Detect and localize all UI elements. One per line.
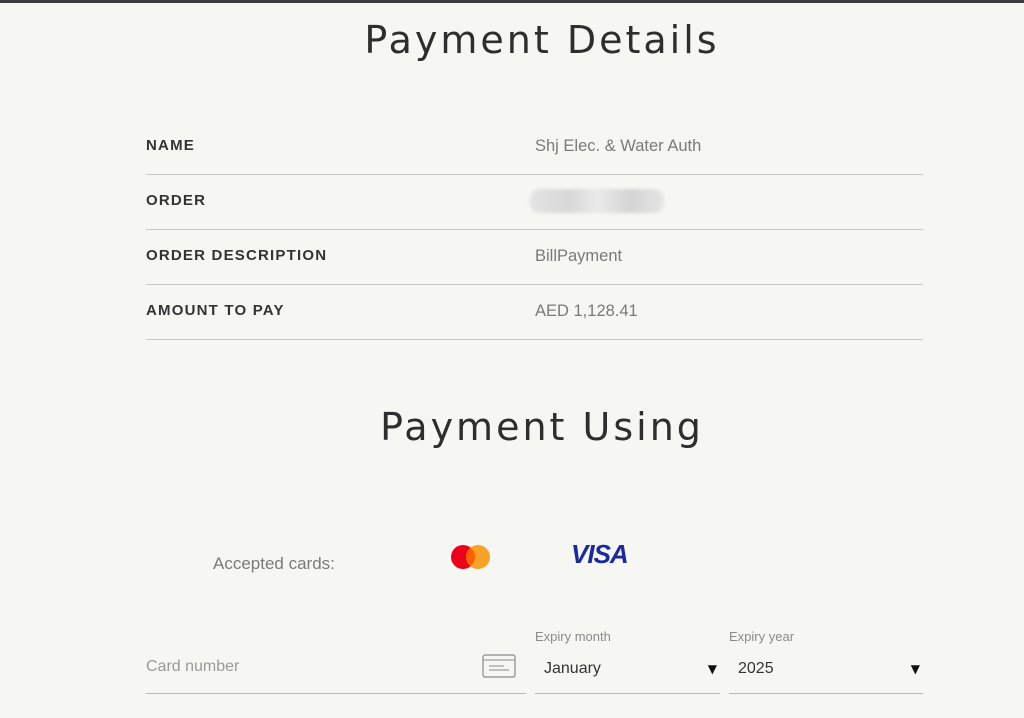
accepted-cards-label: Accepted cards: (213, 554, 335, 573)
card-icon (482, 654, 516, 678)
redacted-order-value (530, 189, 664, 213)
expiry-year-value: 2025 (738, 660, 774, 677)
card-number-field[interactable] (146, 650, 526, 694)
detail-label: ORDER DESCRIPTION (146, 247, 328, 264)
detail-value: Shj Elec. & Water Auth (535, 137, 702, 155)
detail-row-name: NAME Shj Elec. & Water Auth (146, 120, 923, 175)
expiry-month-caption: Expiry month (535, 629, 611, 644)
card-number-input[interactable] (146, 658, 466, 676)
expiry-year-select[interactable]: 2025 ▼ (729, 650, 923, 694)
chevron-down-icon: ▼ (910, 662, 920, 676)
expiry-year-caption: Expiry year (729, 629, 795, 644)
detail-label: NAME (146, 137, 195, 154)
payment-using-title: Payment Using (380, 405, 704, 449)
visa-logo-icon: VISA (571, 539, 629, 569)
chevron-down-icon: ▼ (707, 662, 717, 676)
payment-details-table: NAME Shj Elec. & Water Auth ORDER ORDER … (146, 120, 923, 340)
detail-label: ORDER (146, 192, 207, 209)
detail-row-amount: AMOUNT TO PAY AED 1,128.41 (146, 285, 923, 340)
top-bar (0, 0, 1024, 3)
expiry-month-value: January (544, 660, 601, 677)
detail-row-order: ORDER (146, 175, 923, 230)
detail-row-order-description: ORDER DESCRIPTION BillPayment (146, 230, 923, 285)
amount-value: AED 1,128.41 (535, 302, 638, 320)
mastercard-logo-icon (451, 545, 490, 569)
detail-label: AMOUNT TO PAY (146, 302, 285, 319)
payment-details-title: Payment Details (364, 18, 720, 62)
detail-value: BillPayment (535, 247, 623, 265)
expiry-month-select[interactable]: January ▼ (535, 650, 720, 694)
